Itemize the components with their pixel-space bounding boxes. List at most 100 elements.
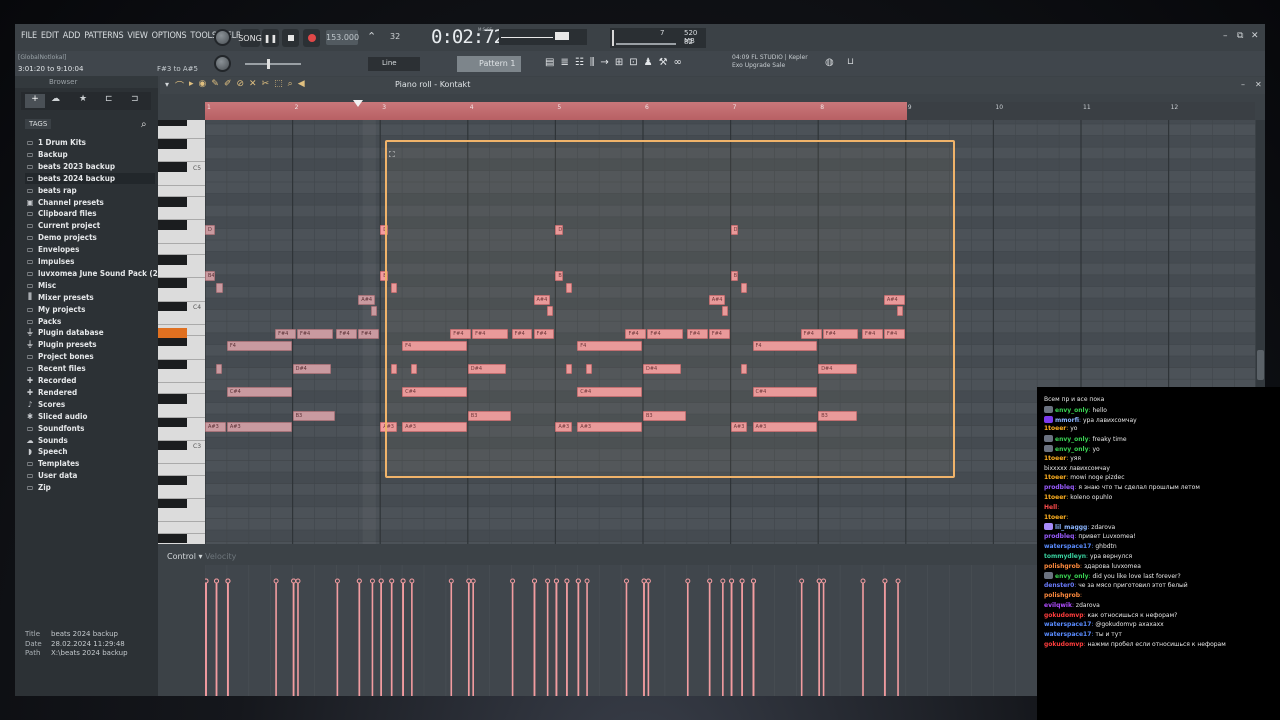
browser-item[interactable]: ▭ 1 Drum Kits <box>25 137 86 148</box>
control-label[interactable]: Control ▾ Velocity <box>167 552 236 561</box>
tags-label[interactable]: TAGS <box>25 119 52 129</box>
magnet-icon[interactable]: ⌒ <box>175 79 184 92</box>
browser-item[interactable]: ⏚ Plugin database <box>25 327 104 338</box>
note[interactable]: F#4 <box>336 329 358 340</box>
piano-roll-minimize[interactable]: – <box>1241 80 1245 89</box>
channel-rack-icon[interactable]: ☷ <box>575 57 584 71</box>
song-mode-toggle[interactable]: SONG <box>238 29 262 47</box>
playlist-icon[interactable]: ▤ <box>545 57 554 71</box>
browser-item[interactable]: ✱ Sliced audio <box>25 411 87 422</box>
browser-item[interactable]: ▣ Channel presets <box>25 197 104 208</box>
browser-item[interactable]: ▭ Templates <box>25 458 80 469</box>
restore-button[interactable]: ⧉ <box>1237 31 1243 41</box>
link-icon[interactable]: ∞ <box>674 57 682 71</box>
loop-region[interactable] <box>205 102 907 120</box>
edison-icon[interactable]: ♟ <box>644 57 653 71</box>
note[interactable] <box>215 364 222 375</box>
cloud-icon[interactable]: ☁ <box>51 94 60 104</box>
browser-item[interactable]: ▭ beats 2024 backup <box>25 172 155 184</box>
piano-roll-title[interactable]: Piano roll - Kontakt <box>395 80 470 89</box>
menu-item-tools[interactable]: TOOLS <box>190 31 217 41</box>
browser-item[interactable]: ▭ Envelopes <box>25 244 80 255</box>
delete-tool-icon[interactable]: ⊘ <box>237 79 245 92</box>
browser-item[interactable]: ◗ Speech <box>25 446 67 457</box>
browser-item[interactable]: ▭ Demo projects <box>25 232 97 243</box>
plugin-picker-icon[interactable]: ⊞ <box>615 57 623 71</box>
globe-icon[interactable]: ◍ <box>825 57 834 68</box>
browser-item[interactable]: ▭ Soundfonts <box>25 423 85 434</box>
record-tool-icon[interactable]: ◉ <box>199 79 207 92</box>
browser-item[interactable]: ⏚ Plugin presets <box>25 339 97 350</box>
browser-all-icon[interactable]: + <box>25 94 45 108</box>
browser-item[interactable]: ▭ luvxomea June Sound Pack (2024) <box>25 268 176 279</box>
piano-roll-close[interactable]: ✕ <box>1255 80 1262 89</box>
browser-item[interactable]: ✚ Rendered <box>25 387 77 398</box>
menu-item-file[interactable]: FILE <box>21 31 37 41</box>
browser-item[interactable]: ▭ Misc <box>25 280 57 291</box>
mute-tool-icon[interactable]: ✕ <box>249 79 257 92</box>
stop-button[interactable] <box>282 29 299 47</box>
browser-item[interactable]: ▭ User data <box>25 470 78 481</box>
arrow-icon[interactable]: → <box>600 57 608 71</box>
browser-item[interactable]: ▭ Packs <box>25 316 62 327</box>
browser-item[interactable]: ▭ Impulses <box>25 256 75 267</box>
draw-tool-icon[interactable]: ✎ <box>211 79 219 92</box>
news-panel[interactable]: 04:09 FL STUDIO | Kepler Exo Upgrade Sal… <box>732 54 808 70</box>
menu-item-options[interactable]: OPTIONS <box>152 31 187 41</box>
note[interactable]: B4 <box>205 271 215 282</box>
menu-item-patterns[interactable]: PATTERNS <box>84 31 123 41</box>
note[interactable]: C#4 <box>226 387 292 398</box>
playback-tool-icon[interactable]: ◀ <box>298 79 305 92</box>
note[interactable]: B3 <box>292 410 336 421</box>
note[interactable]: F4 <box>226 341 292 351</box>
minimize-button[interactable]: – <box>1223 31 1228 41</box>
touch-keyboard-icon[interactable]: ⊡ <box>629 57 637 71</box>
menu-item-view[interactable]: VIEW <box>127 31 147 41</box>
pause-button[interactable]: ❚❚ <box>262 29 279 47</box>
note[interactable]: A#3 <box>205 422 226 433</box>
browser-item[interactable]: ▭ Current project <box>25 220 101 231</box>
browser-item[interactable]: ♪ Scores <box>25 399 65 410</box>
paint-tool-icon[interactable]: ✐ <box>224 79 232 92</box>
cart-icon[interactable]: ⊔ <box>847 57 854 67</box>
snap-beats[interactable]: 32 <box>390 32 400 41</box>
master-volume-knob[interactable] <box>214 29 231 46</box>
snap-select[interactable]: Line <box>368 57 420 71</box>
menu-item-edit[interactable]: EDIT <box>41 31 59 41</box>
zoom-tool-icon[interactable]: ⌕ <box>288 79 293 92</box>
browser-item[interactable]: ▭ Project bones <box>25 351 94 362</box>
tempo-display[interactable]: 153.000 <box>326 30 359 45</box>
browser-item[interactable]: ▭ Zip <box>25 482 51 493</box>
note[interactable]: F#4 <box>358 329 380 340</box>
song-time-display[interactable]: 0:02:72 <box>431 26 505 48</box>
note[interactable]: F#4 <box>275 329 296 340</box>
master-pitch-slider[interactable] <box>245 59 301 69</box>
piano-keyboard[interactable] <box>158 120 205 544</box>
mixer-icon[interactable]: ⫼ <box>590 57 595 71</box>
note[interactable]: D#4 <box>292 364 331 375</box>
browser-item[interactable]: ☁ Sounds <box>25 435 67 446</box>
playhead-marker[interactable] <box>353 100 363 107</box>
pitch-knob[interactable] <box>214 55 231 72</box>
history-icon[interactable]: ⊐ <box>131 94 139 104</box>
browser-item[interactable]: ▭ beats rap <box>25 185 77 196</box>
note[interactable] <box>371 306 378 317</box>
select-tool-icon[interactable]: ⬚ <box>274 79 283 92</box>
browser-item[interactable]: ✚ Recorded <box>25 375 76 386</box>
play-icon[interactable]: ▸ <box>189 79 194 92</box>
note[interactable]: D <box>205 225 215 235</box>
pattern-selector[interactable]: Pattern 1 <box>457 56 521 72</box>
wrench-icon[interactable]: ⚒ <box>659 57 668 71</box>
metronome-icon[interactable]: ⌃ <box>367 30 376 43</box>
note[interactable]: F#4 <box>296 329 333 340</box>
search-icon[interactable]: ⌕ <box>141 119 147 130</box>
browser-item[interactable]: ▭ Clipboard files <box>25 208 97 219</box>
star-icon[interactable]: ★ <box>79 94 87 104</box>
close-button[interactable]: ✕ <box>1251 31 1259 41</box>
browser-item[interactable]: ▭ beats 2023 backup <box>25 161 115 172</box>
browser-item[interactable]: ⫼ Mixer presets <box>25 292 94 303</box>
note[interactable]: A#3 <box>226 422 292 433</box>
slice-tool-icon[interactable]: ✂ <box>262 79 270 92</box>
piano-roll-icon[interactable]: ≣ <box>560 57 568 71</box>
note[interactable]: A#4 <box>358 294 375 305</box>
